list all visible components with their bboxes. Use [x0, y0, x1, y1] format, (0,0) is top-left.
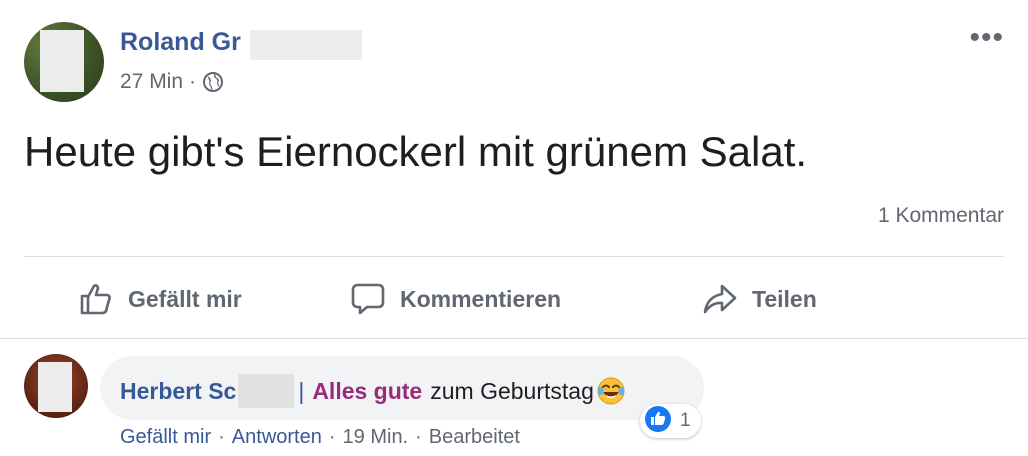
- post-time[interactable]: 27 Min: [120, 70, 183, 94]
- like-label: Gefällt mir: [128, 285, 242, 312]
- comment-count[interactable]: 1 Kommentar: [878, 204, 1004, 228]
- comment-time[interactable]: 19 Min.: [343, 426, 409, 449]
- post-meta: 27 Min ·: [120, 70, 224, 94]
- share-button[interactable]: Teilen: [702, 276, 817, 322]
- tagged-text[interactable]: Alles gute: [312, 378, 422, 405]
- comment-label: Kommentieren: [400, 285, 562, 312]
- avatar-redaction: [40, 30, 84, 92]
- comment-reply-link[interactable]: Antworten: [232, 426, 322, 449]
- commenter-name[interactable]: Herbert Sc: [120, 378, 236, 405]
- author-name[interactable]: Roland Gr: [120, 28, 241, 57]
- comment-separator: |: [298, 377, 305, 404]
- like-button[interactable]: Gefällt mir: [78, 276, 242, 322]
- share-arrow-icon: [702, 281, 738, 317]
- meta-separator: ·: [189, 70, 197, 93]
- share-label: Teilen: [752, 285, 817, 312]
- reaction-summary[interactable]: 1: [640, 404, 701, 438]
- post-header: Roland Gr 27 Min · •••: [24, 22, 1004, 102]
- post-text: Heute gibt's Eiernockerl mit grünem Sala…: [24, 128, 808, 175]
- comment-like-link[interactable]: Gefällt mir: [120, 426, 211, 449]
- comment-bubble-icon: [350, 281, 386, 317]
- commenter-avatar[interactable]: [24, 354, 88, 418]
- author-avatar[interactable]: [24, 22, 104, 102]
- reaction-count: 1: [680, 410, 691, 431]
- more-options-icon[interactable]: •••: [969, 23, 1004, 53]
- name-redaction: [250, 30, 362, 60]
- dot-separator: ·: [328, 426, 336, 448]
- divider: [24, 256, 1004, 257]
- globe-icon[interactable]: [202, 71, 224, 93]
- name-redaction: [238, 374, 295, 408]
- thumbs-up-icon: [78, 281, 114, 317]
- avatar-redaction: [38, 362, 72, 412]
- dot-separator: ·: [415, 426, 422, 448]
- comment-line: Herbert Sc | Alles gute zum Geburtstag: [120, 374, 626, 408]
- section-divider: [0, 338, 1028, 339]
- edited-label[interactable]: Bearbeitet: [429, 426, 520, 449]
- comment-button[interactable]: Kommentieren: [350, 276, 561, 322]
- like-reaction-icon: [644, 405, 672, 438]
- comment-actions: Gefällt mir · Antworten · 19 Min. · Bear…: [120, 426, 520, 449]
- dot-separator: ·: [218, 426, 225, 448]
- tears-of-joy-emoji: [596, 376, 626, 406]
- comment-text: zum Geburtstag: [430, 377, 594, 404]
